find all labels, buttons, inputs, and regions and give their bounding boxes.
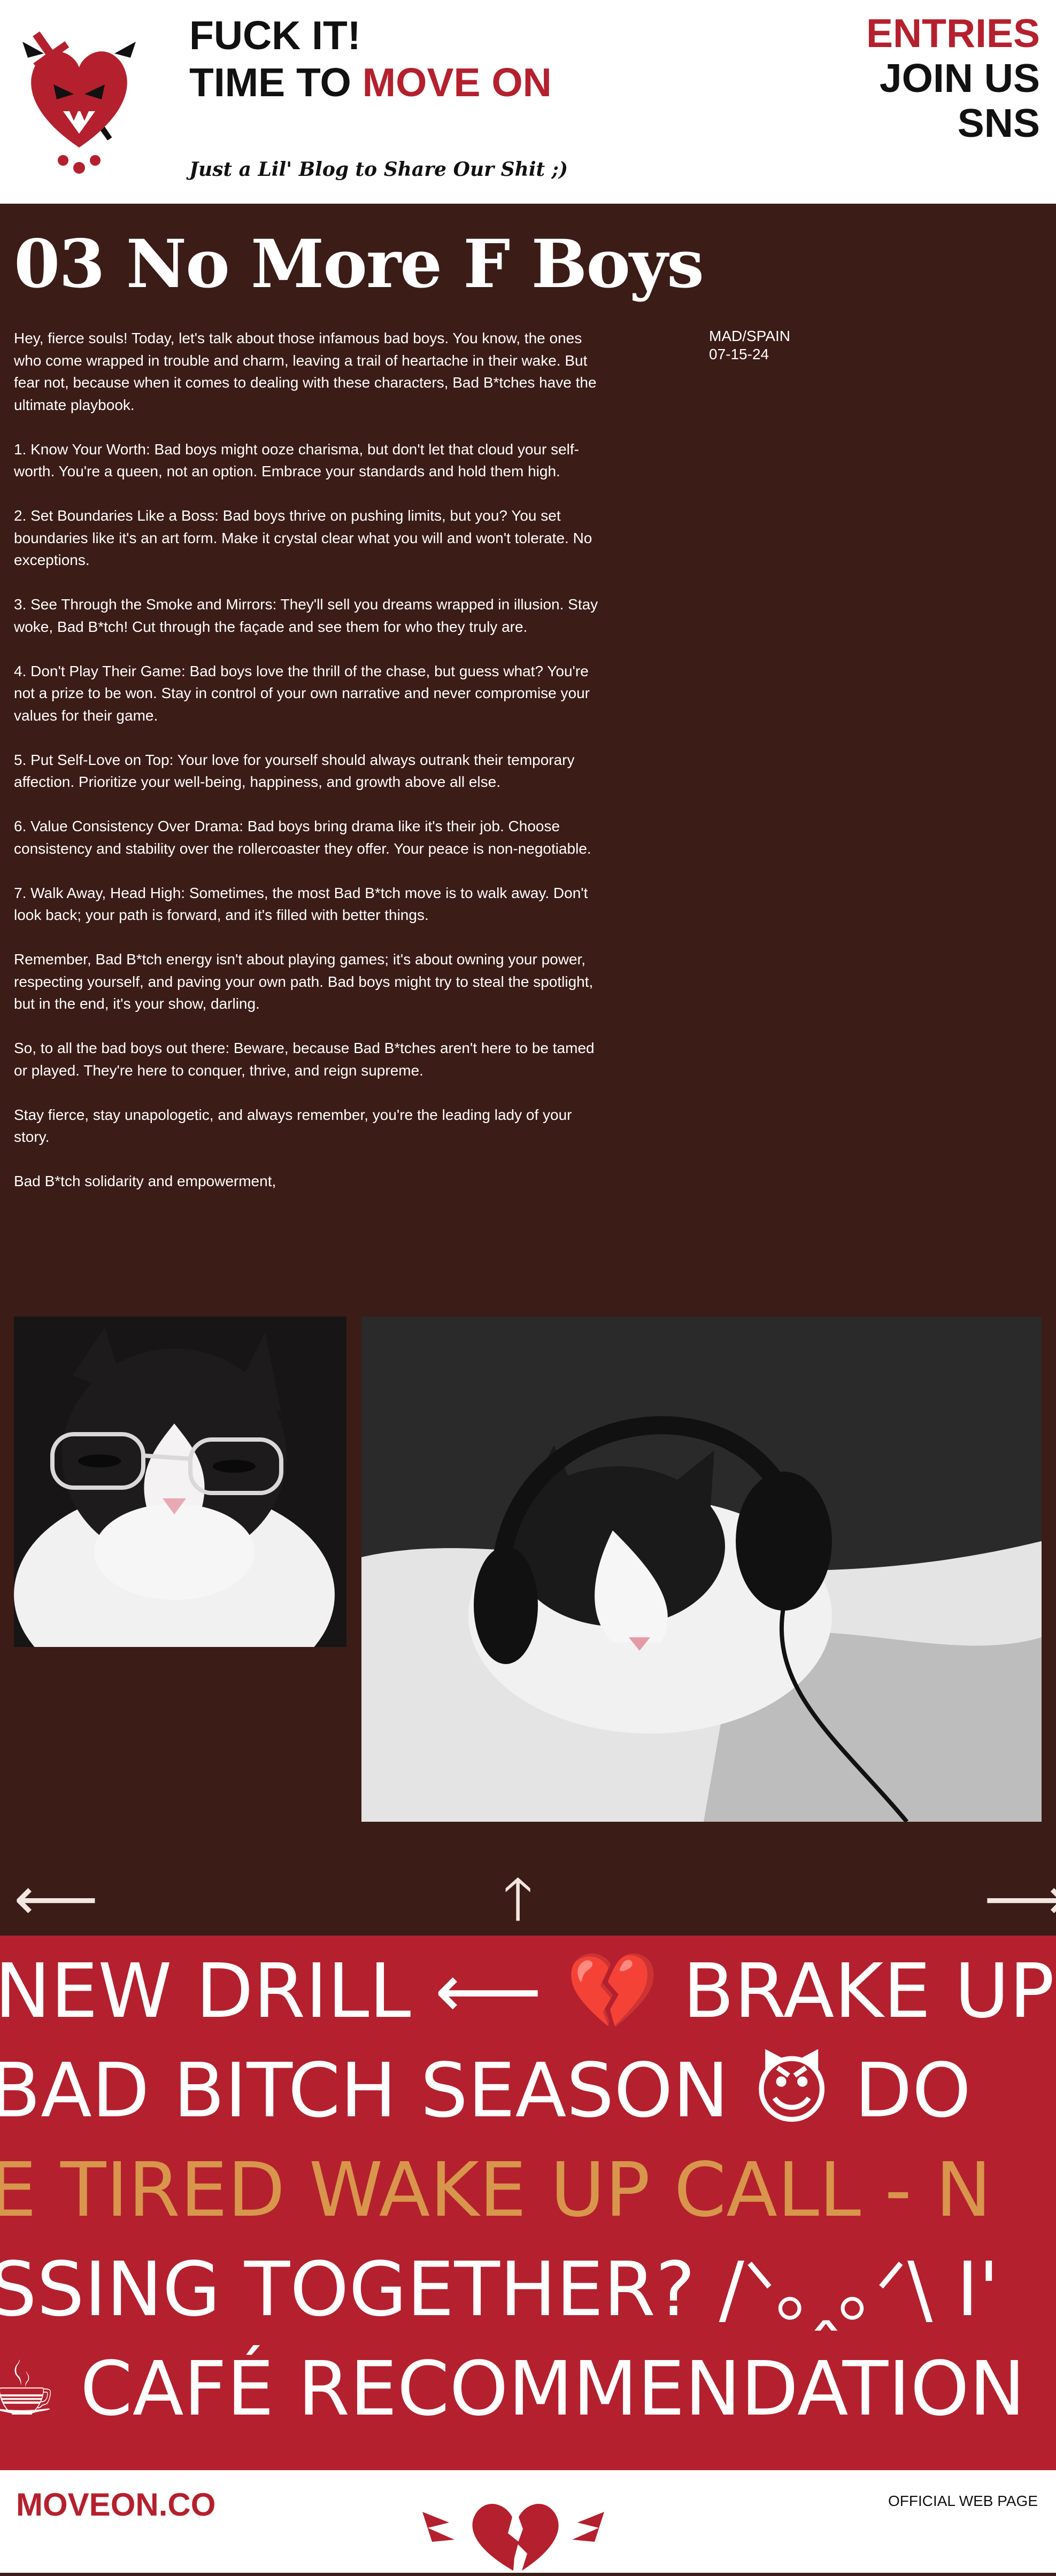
tagline: Just a Lil' Blog to Share Our Shit ;) — [189, 158, 568, 181]
next-arrow-icon[interactable]: ⟶ — [984, 1869, 1056, 1928]
post-paragraph: 5. Put Self-Love on Top: Your love for y… — [14, 751, 575, 791]
post-paragraph: 4. Don't Play Their Game: Bad boys love … — [14, 662, 590, 724]
ticker-line[interactable]: ☕ CAFÉ RECOMMENDATION — [0, 2344, 1025, 2435]
nav-entries[interactable]: ENTRIES — [866, 11, 1040, 56]
post-meta: MAD/SPAIN 07-15-24 — [709, 327, 790, 363]
post-date: 07-15-24 — [709, 346, 769, 362]
post-paragraph: 2. Set Boundaries Like a Boss: Bad boys … — [14, 507, 592, 568]
official-web-page-label: OFFICIAL WEB PAGE — [888, 2493, 1038, 2509]
site-title-accent: MOVE ON — [362, 60, 552, 105]
post-paragraph: Stay fierce, stay unapologetic, and alwa… — [14, 1106, 572, 1146]
ticker-line[interactable]: SSING TOGETHER? /ᐠ｡ꞈ｡ᐟ\ I' — [0, 2245, 999, 2335]
back-to-top-arrow-icon[interactable]: 🡑 — [503, 1869, 533, 1928]
broken-heart-logo-icon — [422, 2504, 604, 2571]
previous-arrow-icon[interactable]: ⟵ — [14, 1869, 98, 1928]
top-nav: ENTRIES JOIN US SNS — [866, 11, 1040, 145]
site-title-line2: TIME TO MOVE ON — [189, 59, 552, 106]
post-paragraph: So, to all the bad boys out there: Bewar… — [14, 1040, 595, 1079]
site-title[interactable]: FUCK IT! TIME TO MOVE ON — [189, 12, 552, 106]
post-body: Hey, fierce souls! Today, let's talk abo… — [14, 327, 607, 1214]
ticker-line[interactable]: E TIRED WAKE UP CALL - N — [0, 2145, 991, 2236]
nav-sns[interactable]: SNS — [866, 100, 1040, 145]
post-title: 03 No More F Boys — [14, 226, 704, 303]
ticker-line[interactable]: NEW DRILL ⟵ 💔 BRAKE UP — [0, 1946, 1054, 2037]
post-paragraph: Bad B*tch solidarity and empowerment, — [14, 1173, 276, 1189]
site-title-line1: FUCK IT! — [189, 13, 361, 58]
cat-with-glasses-photo — [14, 1317, 346, 1647]
post-paragraph: Hey, fierce souls! Today, let's talk abo… — [14, 330, 597, 413]
nav-join-us[interactable]: JOIN US — [866, 56, 1040, 100]
post-location: MAD/SPAIN — [709, 328, 790, 344]
dagger-heart-icon[interactable] — [12, 10, 147, 181]
footer-brand-link[interactable]: MOVEON.CO — [16, 2486, 215, 2523]
cat-with-headphones-photo — [361, 1317, 1042, 1822]
ticker-banner: NEW DRILL ⟵ 💔 BRAKE UP BAD BITCH SEASON … — [0, 1936, 1056, 2470]
post-paragraph: 7. Walk Away, Head High: Sometimes, the … — [14, 884, 588, 924]
post-paragraph: Remember, Bad B*tch energy isn't about p… — [14, 951, 593, 1012]
post-paragraph: 6. Value Consistency Over Drama: Bad boy… — [14, 818, 591, 857]
post-paragraph: 3. See Through the Smoke and Mirrors: Th… — [14, 596, 598, 635]
site-title-prefix: TIME TO — [189, 60, 363, 105]
ticker-line[interactable]: BAD BITCH SEASON 😈 DO — [0, 2046, 971, 2137]
site-header: FUCK IT! TIME TO MOVE ON Just a Lil' Blo… — [0, 0, 1056, 204]
post-paragraph: 1. Know Your Worth: Bad boys might ooze … — [14, 440, 579, 480]
site-footer: MOVEON.CO OFFICIAL WEB PAGE — [0, 2470, 1056, 2573]
